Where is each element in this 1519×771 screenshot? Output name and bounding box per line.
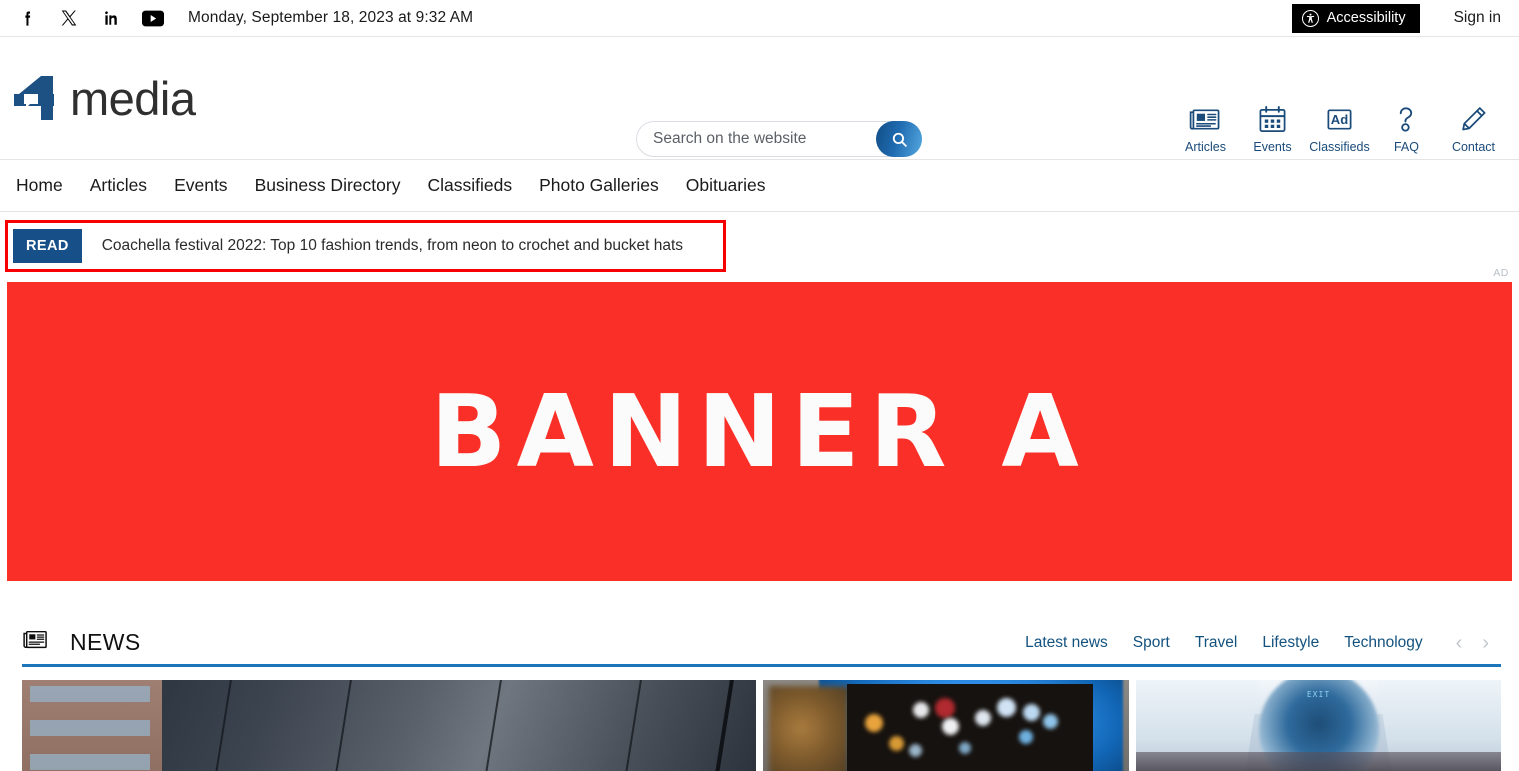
advertisement-row: AD BANNER A — [0, 267, 1519, 581]
ticker-headline[interactable]: Coachella festival 2022: Top 10 fashion … — [102, 237, 683, 255]
news-card[interactable]: EXIT — [1136, 680, 1501, 771]
header-link-label: Articles — [1185, 140, 1226, 154]
card-image-detail — [769, 686, 849, 771]
header-link-label: Classifieds — [1309, 140, 1370, 154]
tab-travel[interactable]: Travel — [1195, 634, 1263, 652]
nav-item-events[interactable]: Events — [174, 175, 255, 196]
news-card-row: EXIT — [22, 680, 1501, 771]
header-link-faq[interactable]: FAQ — [1373, 105, 1440, 154]
newspaper-icon — [22, 628, 48, 657]
tab-lifestyle[interactable]: Lifestyle — [1262, 634, 1344, 652]
search-button[interactable] — [876, 121, 922, 157]
header-link-label: FAQ — [1393, 140, 1419, 154]
nav-item-home[interactable]: Home — [16, 175, 90, 196]
news-card[interactable] — [763, 680, 1129, 771]
header-link-classifieds[interactable]: Ad Classifieds — [1306, 105, 1373, 154]
accessibility-button[interactable]: Accessibility — [1291, 3, 1420, 33]
logo-wordmark: media — [70, 71, 196, 125]
news-section: NEWS Latest news Sport Travel Lifestyle … — [22, 581, 1501, 667]
x-twitter-icon[interactable] — [58, 7, 80, 29]
accessibility-icon — [1301, 9, 1319, 27]
accessibility-label: Accessibility — [1326, 10, 1406, 26]
logo-mark-icon — [10, 72, 62, 124]
nav-item-classifieds[interactable]: Classifieds — [427, 175, 539, 196]
header-link-events[interactable]: Events — [1239, 105, 1306, 154]
ticker-read-badge[interactable]: READ — [13, 229, 82, 263]
ad-banner[interactable]: BANNER A — [7, 282, 1512, 581]
news-card-image — [22, 680, 756, 771]
card-image-detail — [847, 684, 1093, 771]
current-date: Monday, September 18, 2023 at 9:32 AM — [188, 9, 474, 26]
exit-sign-text: EXIT — [1306, 690, 1331, 699]
top-bar: Monday, September 18, 2023 at 9:32 AM Ac… — [0, 0, 1519, 37]
ad-banner-text: BANNER A — [430, 372, 1089, 490]
linkedin-icon[interactable] — [100, 7, 122, 29]
ad-label: AD — [1493, 267, 1509, 279]
nav-item-articles[interactable]: Articles — [90, 175, 174, 196]
card-image-detail — [1136, 752, 1501, 771]
news-carousel-arrows: ‹ › — [1456, 633, 1489, 653]
header-link-label: Events — [1253, 140, 1292, 154]
main-navigation: Home Articles Events Business Directory … — [0, 159, 1519, 212]
nav-item-obituaries[interactable]: Obituaries — [686, 175, 793, 196]
search-bar — [636, 121, 922, 157]
carousel-prev-icon[interactable]: ‹ — [1456, 633, 1463, 653]
youtube-icon[interactable] — [142, 7, 164, 29]
news-section-header: NEWS Latest news Sport Travel Lifestyle … — [22, 621, 1501, 667]
header-link-label: Contact — [1451, 140, 1496, 154]
news-card-image: EXIT — [1136, 680, 1501, 771]
nav-item-photo-galleries[interactable]: Photo Galleries — [539, 175, 686, 196]
news-card[interactable] — [22, 680, 756, 771]
ticker-region: READ Coachella festival 2022: Top 10 fas… — [0, 212, 1519, 486]
news-title-group: NEWS — [22, 628, 141, 657]
header-icon-links: Articles Events Ad Classifieds FAQ Conta… — [1172, 105, 1507, 154]
nav-item-business-directory[interactable]: Business Directory — [255, 175, 428, 196]
tab-sport[interactable]: Sport — [1133, 634, 1195, 652]
site-header: media Articles — [0, 37, 1519, 159]
card-image-detail — [162, 680, 756, 771]
svg-text:Ad: Ad — [1331, 112, 1348, 127]
header-link-articles[interactable]: Articles — [1172, 105, 1239, 154]
social-links — [16, 7, 164, 29]
site-logo[interactable]: media — [10, 72, 196, 124]
news-category-tabs: Latest news Sport Travel Lifestyle Techn… — [1025, 634, 1448, 652]
tab-latest-news[interactable]: Latest news — [1025, 634, 1133, 652]
information-ticker[interactable]: READ Coachella festival 2022: Top 10 fas… — [5, 220, 726, 272]
tab-technology[interactable]: Technology — [1344, 634, 1447, 652]
carousel-next-icon[interactable]: › — [1482, 633, 1489, 653]
header-link-contact[interactable]: Contact — [1440, 105, 1507, 154]
sign-in-link[interactable]: Sign in — [1454, 9, 1501, 27]
news-card-image — [763, 680, 1129, 771]
news-section-title: NEWS — [70, 629, 141, 655]
facebook-icon[interactable] — [16, 7, 38, 29]
